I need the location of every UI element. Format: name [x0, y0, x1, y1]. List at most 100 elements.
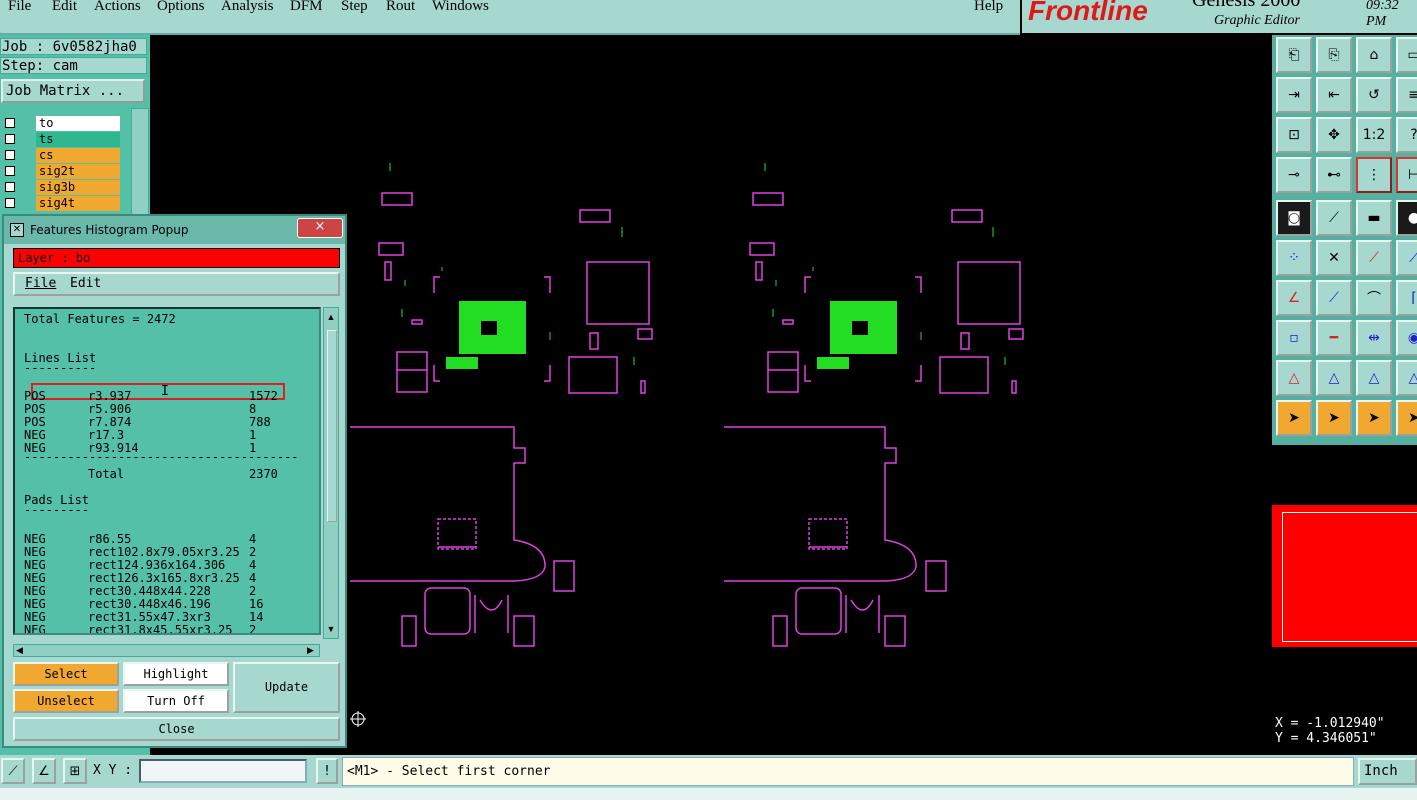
zoom-fit-icon[interactable]: ⊡ [1276, 117, 1312, 153]
update-button[interactable]: Update [233, 662, 340, 713]
popup-menu-edit[interactable]: Edit [70, 274, 101, 294]
outline-shape [350, 426, 546, 582]
close-icon[interactable]: × [297, 218, 343, 238]
turn-off-button[interactable]: Turn Off [123, 689, 229, 713]
right-toolbar: ⎗ ⎘ ⌂ ▭ ⇥ ⇤ ↺ ≡ ⊡ ✥ 1:2 ? ⊸ ⊷ ⋮ ⊢ ◙ ⟋ ▬ … [1272, 35, 1417, 445]
delete-icon[interactable]: ✕ [1316, 240, 1352, 276]
layer-row[interactable]: sig4t [3, 196, 120, 212]
layer-row[interactable]: sig3b [3, 180, 120, 196]
menu-help[interactable]: Help [974, 0, 1003, 15]
area-pointer-icon[interactable]: ➤ [1356, 400, 1392, 436]
unselect-button[interactable]: Unselect [13, 689, 119, 713]
horizontal-line-icon[interactable]: ━ [1316, 320, 1352, 356]
arc-icon[interactable]: ⌒ [1356, 280, 1392, 316]
layer-name[interactable]: ts [36, 132, 120, 147]
layer-name[interactable]: sig3b [36, 180, 120, 195]
ruler-icon[interactable]: ▬ [1356, 200, 1392, 236]
line-point-icon[interactable]: ⟋ [1356, 240, 1392, 276]
overview-map[interactable] [1272, 505, 1417, 647]
menu-step[interactable]: Step [341, 0, 368, 15]
triangle-edit-icon[interactable]: △ [1396, 360, 1417, 396]
pad-add-icon[interactable]: ◙ [1276, 200, 1312, 236]
bracket-icon[interactable]: ⌈ [1396, 280, 1417, 316]
diagonal-line-icon[interactable]: ⟋ [1316, 280, 1352, 316]
layer-row[interactable]: ts [3, 132, 120, 148]
layer-list-scrollbar[interactable] [131, 108, 149, 220]
triangle-move-icon[interactable]: △ [1316, 360, 1352, 396]
layer-row[interactable]: cs [3, 148, 120, 164]
xy-input[interactable] [139, 759, 307, 783]
snap-icon[interactable]: ⟋ [1, 758, 25, 784]
highlight-button[interactable]: Highlight [123, 662, 229, 686]
layer-checkbox[interactable] [5, 118, 15, 128]
triangle-icon[interactable]: △ [1276, 360, 1312, 396]
grid-icon[interactable]: ⊞ [63, 758, 87, 784]
layer-row[interactable]: sig2t [3, 164, 120, 180]
menu-dfm[interactable]: DFM [290, 0, 323, 15]
layer-name[interactable]: cs [36, 148, 120, 163]
scroll-left-icon[interactable]: ◀ [16, 645, 23, 656]
menu-analysis[interactable]: Analysis [221, 0, 274, 15]
units-selector[interactable]: Inch [1358, 758, 1417, 785]
netlist-icon[interactable]: ⋮ [1356, 157, 1392, 193]
draw-line-icon[interactable]: ⟋ [1316, 200, 1352, 236]
menu-file[interactable]: File [8, 0, 31, 15]
layer-name[interactable]: sig2t [36, 164, 120, 179]
angle-icon[interactable]: ∠ [1276, 280, 1312, 316]
node-icon[interactable]: ◉ [1396, 320, 1417, 356]
job-matrix-button[interactable]: Job Matrix ... [1, 79, 145, 103]
layer-checkbox[interactable] [5, 150, 15, 160]
window-menu-icon[interactable]: ✕ [10, 223, 24, 237]
measure-tool-icon[interactable]: ⊸ [1276, 157, 1312, 193]
route-icon[interactable]: ⊢ [1396, 157, 1417, 193]
select-button[interactable]: Select [13, 662, 119, 686]
circle-pad-icon[interactable]: ● [1396, 200, 1417, 236]
open-icon[interactable]: ⎗ [1276, 37, 1312, 73]
popup-menu-file[interactable]: File [25, 274, 56, 294]
layer-row[interactable]: to [3, 116, 120, 132]
warning-icon[interactable]: ! [316, 758, 338, 784]
layer-checkbox[interactable] [5, 134, 15, 144]
step-pointer-icon[interactable]: ➤ [1396, 400, 1417, 436]
pad-select-icon[interactable]: ▫ [1276, 320, 1312, 356]
popup-titlebar[interactable]: ✕ Features Histogram Popup [4, 216, 345, 244]
key-icon[interactable]: ⊷ [1316, 157, 1352, 193]
scroll-thumb[interactable] [327, 330, 337, 522]
menu-actions[interactable]: Actions [94, 0, 141, 15]
layer-checkbox[interactable] [5, 166, 15, 176]
layer-name[interactable]: sig4t [36, 196, 120, 211]
help-icon[interactable]: ? [1396, 117, 1417, 153]
outline-shape [755, 261, 763, 281]
list-icon[interactable]: ≡ [1396, 77, 1417, 113]
scroll-down-icon[interactable]: ▼ [326, 624, 336, 634]
scroll-up-icon[interactable]: ▲ [326, 312, 336, 322]
scale-1to2-icon[interactable]: 1:2 [1356, 117, 1392, 153]
menu-windows[interactable]: Windows [432, 0, 489, 15]
edit-point-icon[interactable]: ⟋ [1396, 240, 1417, 276]
display-icon[interactable]: ▭ [1396, 37, 1417, 73]
list-vertical-scrollbar[interactable]: ▲ ▼ [323, 307, 339, 639]
list-horizontal-scrollbar[interactable]: ◀ ▶ [13, 644, 320, 657]
outline-shape [381, 192, 413, 206]
scroll-right-icon[interactable]: ▶ [307, 645, 314, 656]
menu-options[interactable]: Options [157, 0, 205, 15]
save-icon[interactable]: ⎘ [1316, 37, 1352, 73]
undo-icon[interactable]: ↺ [1356, 77, 1392, 113]
triangle-stretch-icon[interactable]: △ [1356, 360, 1392, 396]
layer-name[interactable]: to [36, 116, 120, 131]
histogram-list[interactable]: Total Features = 2472 Lines List -------… [13, 307, 321, 635]
fit-width-icon[interactable]: ⇹ [1356, 320, 1392, 356]
select-pointer-icon[interactable]: ➤ [1316, 400, 1352, 436]
menu-edit[interactable]: Edit [52, 0, 77, 15]
close-button[interactable]: Close [13, 717, 340, 741]
zoom-center-icon[interactable]: ✥ [1316, 117, 1352, 153]
connect-points-icon[interactable]: ⁘ [1276, 240, 1312, 276]
export-icon[interactable]: ⇤ [1316, 77, 1352, 113]
menu-rout[interactable]: Rout [386, 0, 415, 15]
angle-snap-icon[interactable]: ∠ [32, 758, 56, 784]
layer-checkbox[interactable] [5, 182, 15, 192]
pointer-icon[interactable]: ➤ [1276, 400, 1312, 436]
import-icon[interactable]: ⇥ [1276, 77, 1312, 113]
home-icon[interactable]: ⌂ [1356, 37, 1392, 73]
layer-checkbox[interactable] [5, 198, 15, 208]
